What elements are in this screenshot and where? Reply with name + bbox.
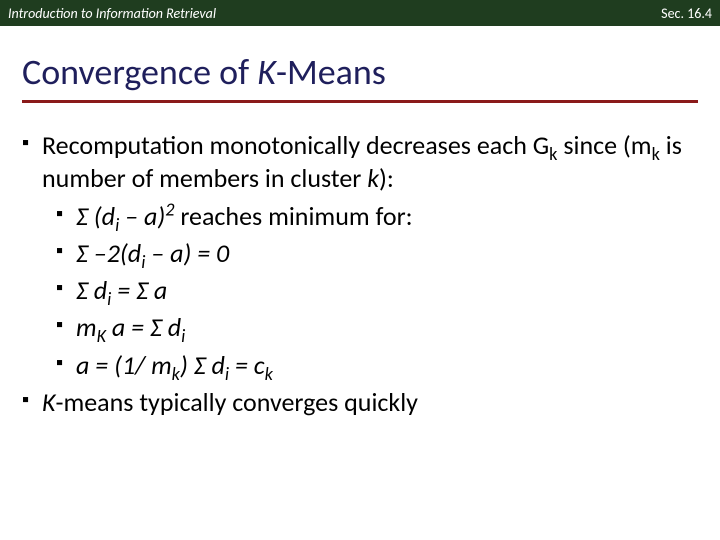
title-suffix: -Means xyxy=(276,50,386,94)
sub-bullet-5: ▪ a = (1/ mk) Σ di = ck xyxy=(56,349,720,382)
header-bar: Introduction to Information Retrieval Se… xyxy=(0,0,720,26)
title-underline xyxy=(22,100,698,103)
bullet-icon: ▪ xyxy=(56,200,76,233)
section-label: Sec. 16.4 xyxy=(661,5,712,22)
bullet-icon: ▪ xyxy=(56,311,76,344)
sub-bullet-2: ▪ Σ –2(di – a) = 0 xyxy=(56,237,720,270)
bullet-icon: ▪ xyxy=(56,349,76,382)
bullet-icon: ▪ xyxy=(56,237,76,270)
sub-bullet-5-text: a = (1/ mk) Σ di = ck xyxy=(76,349,720,382)
sub-bullet-3: ▪ Σ di = Σ a xyxy=(56,274,720,307)
bullet-1: ▪ Recomputation monotonically decreases … xyxy=(22,129,720,196)
sub-bullet-1-text: Σ (di – a)2 reaches minimum for: xyxy=(76,200,720,233)
bullet-2: ▪ K-means typically converges quickly xyxy=(22,386,720,419)
bullet-1-text: Recomputation monotonically decreases ea… xyxy=(42,129,720,196)
bullet-icon: ▪ xyxy=(22,386,42,419)
sub-bullet-2-text: Σ –2(di – a) = 0 xyxy=(76,237,720,270)
bullet-2-text: K-means typically converges quickly xyxy=(42,386,720,419)
title-k: K xyxy=(257,50,276,94)
slide-body: ▪ Recomputation monotonically decreases … xyxy=(22,129,720,419)
sub-bullet-1: ▪ Σ (di – a)2 reaches minimum for: xyxy=(56,200,720,233)
sub-bullet-4-text: mK a = Σ di xyxy=(76,311,720,344)
sub-bullet-4: ▪ mK a = Σ di xyxy=(56,311,720,344)
sub-bullet-3-text: Σ di = Σ a xyxy=(76,274,720,307)
bullet-icon: ▪ xyxy=(56,274,76,307)
slide: Introduction to Information Retrieval Se… xyxy=(0,0,720,540)
course-title: Introduction to Information Retrieval xyxy=(8,5,216,22)
title-prefix: Convergence of xyxy=(22,50,257,94)
bullet-icon: ▪ xyxy=(22,129,42,196)
slide-title: Convergence of K-Means xyxy=(22,50,720,94)
